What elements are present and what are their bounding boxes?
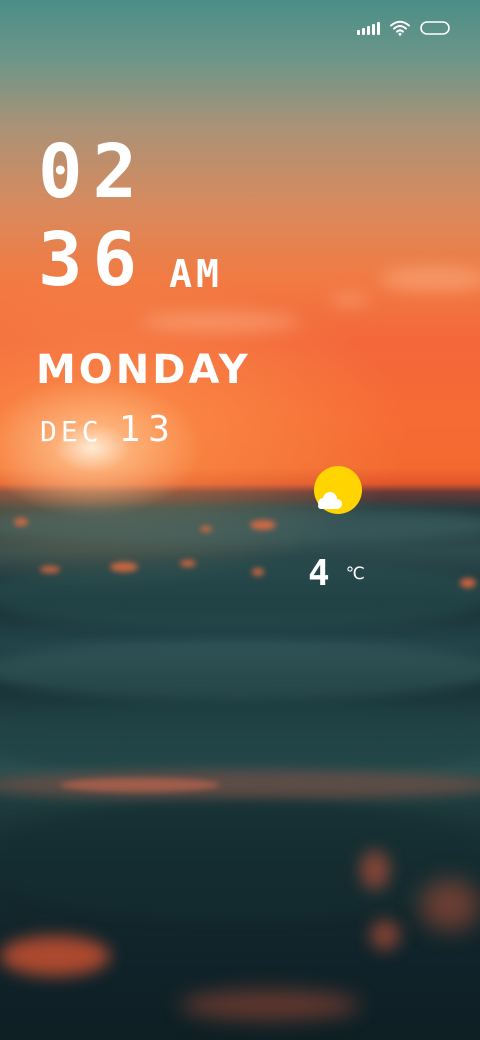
temperature-unit: ℃ xyxy=(345,564,365,584)
date-month: DEC xyxy=(40,415,103,448)
lockscreen-clock: 02 36 AM xyxy=(38,135,223,297)
clock-hours: 02 xyxy=(38,129,148,215)
wifi-icon xyxy=(390,20,410,36)
temperature-readout: 4 ℃ xyxy=(308,556,365,592)
date-day: 13 xyxy=(118,409,178,450)
temperature-value: 4 xyxy=(308,553,330,594)
status-bar xyxy=(357,18,450,38)
battery-icon xyxy=(420,21,450,35)
signal-icon xyxy=(357,21,380,35)
clock-minutes: 36 xyxy=(38,217,148,303)
partly-sunny-icon[interactable] xyxy=(312,464,364,516)
date-label: DEC 13 xyxy=(40,412,178,448)
clock-minutes-row: 36 AM xyxy=(38,223,223,297)
weekday-label: MONDAY xyxy=(36,347,251,393)
clock-ampm: AM xyxy=(169,252,223,296)
